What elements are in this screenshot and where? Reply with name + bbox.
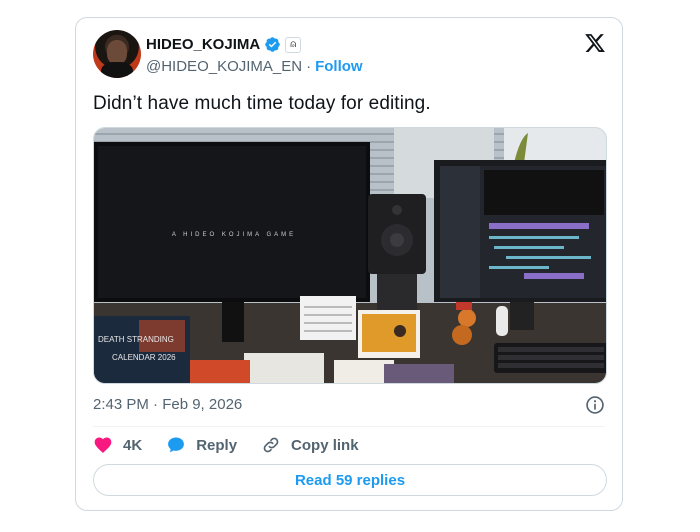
- separator-dot: ·: [306, 58, 312, 75]
- author-name-row: HIDEO_KOJIMA ⍝: [146, 36, 302, 53]
- author-name[interactable]: HIDEO_KOJIMA: [146, 36, 260, 53]
- avatar[interactable]: [93, 30, 141, 78]
- reply-label: Reply: [196, 436, 238, 454]
- calendar-year-text: CALENDAR 2026: [112, 353, 176, 362]
- avatar-body: [101, 62, 133, 78]
- tweet-text: Didn’t have much time today for editing.: [93, 93, 431, 114]
- copy-link-button[interactable]: Copy link: [261, 435, 359, 455]
- affiliate-badge-icon[interactable]: ⍝: [285, 36, 302, 53]
- action-bar: 4K Reply Copy link: [93, 435, 359, 455]
- calendar-title-text: DEATH STRANDING: [98, 335, 174, 344]
- tweet-timestamp[interactable]: 2:43 PM · Feb 9, 2026: [93, 396, 242, 413]
- like-button[interactable]: 4K: [93, 435, 142, 455]
- info-icon[interactable]: [585, 395, 605, 415]
- like-count: 4K: [123, 436, 143, 454]
- desk-photo: A HIDEO KOJIMA GAME DEATH STRANDING CALE…: [94, 128, 606, 383]
- author-handle-row: @HIDEO_KOJIMA_EN · Follow: [146, 58, 363, 75]
- verified-badge-icon: [265, 37, 280, 52]
- divider: [93, 426, 605, 427]
- x-logo-icon[interactable]: [584, 32, 606, 54]
- tweet-card: HIDEO_KOJIMA ⍝ @HIDEO_KOJIMA_EN · Follow D…: [75, 17, 623, 511]
- follow-button[interactable]: Follow: [315, 58, 363, 75]
- copy-link-label: Copy link: [291, 436, 359, 454]
- read-replies-button[interactable]: Read 59 replies: [93, 464, 607, 496]
- reply-button[interactable]: Reply: [166, 435, 237, 455]
- author-handle[interactable]: @HIDEO_KOJIMA_EN: [146, 58, 302, 75]
- tweet-media-photo[interactable]: A HIDEO KOJIMA GAME DEATH STRANDING CALE…: [93, 127, 607, 384]
- reply-bubble-icon: [168, 437, 185, 453]
- link-icon: [263, 437, 279, 453]
- avatar-face: [107, 40, 127, 64]
- monitor-screen-text: A HIDEO KOJIMA GAME: [172, 232, 296, 238]
- heart-icon: [94, 437, 112, 453]
